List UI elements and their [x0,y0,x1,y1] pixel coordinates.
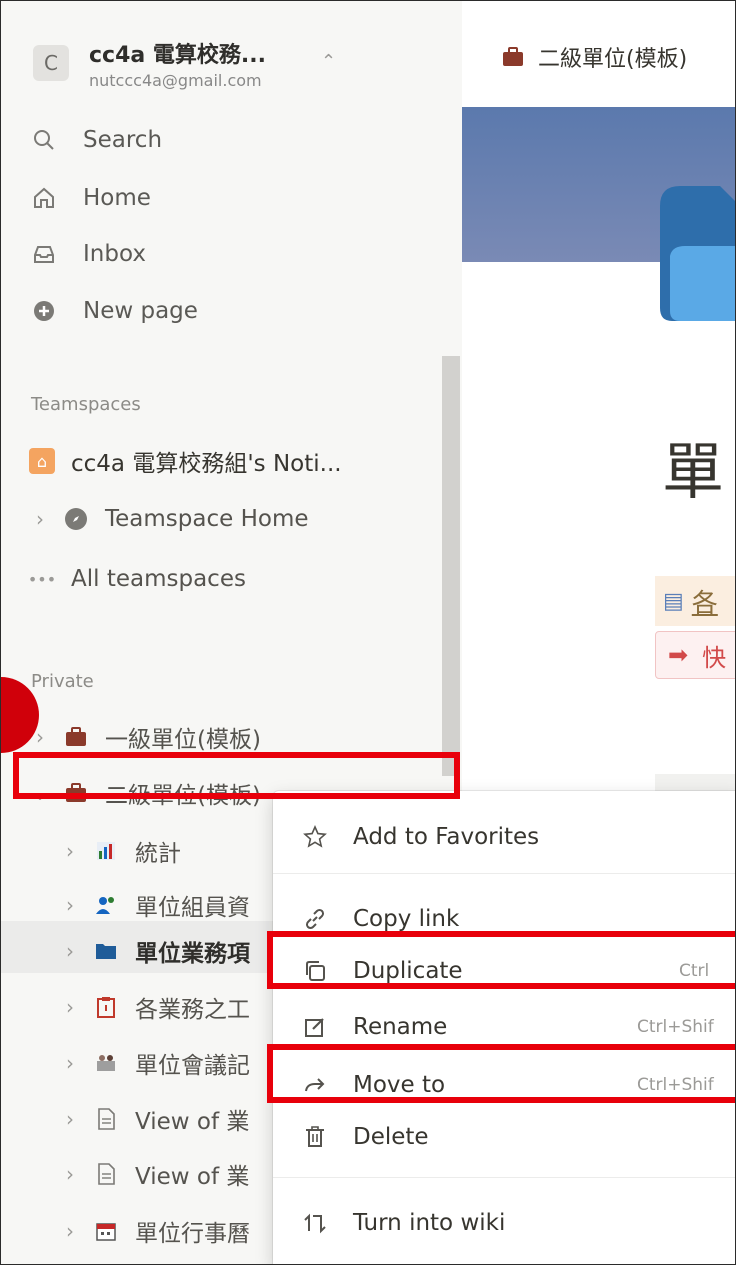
sidebar-item-label: New page [83,298,198,324]
sidebar-item-label: View of 業 [135,1109,250,1135]
breadcrumb[interactable]: 二級單位(模板) [502,41,687,73]
sidebar-item-view-of-tasks-2[interactable]: › View of 業 [59,1154,249,1194]
chevron-right-icon[interactable]: › [59,1162,81,1186]
sidebar-item-inbox[interactable]: Inbox [29,234,146,274]
callout-block[interactable]: ➡ 快 [655,631,735,679]
menu-item-turn-into-wiki[interactable]: Turn into wiki [273,1195,735,1251]
document-icon: ▤ [663,588,684,614]
sidebar-item-workspace-page[interactable]: ⌂ cc4a 電算校務組's Noti... [29,441,342,481]
sidebar-item-label: Home [83,185,151,211]
page-title[interactable]: 單 [662,421,724,511]
chevron-right-icon[interactable]: › [59,939,81,963]
linked-page-block[interactable]: ▤ 各 [655,576,735,626]
briefcase-icon [63,724,89,750]
menu-item-add-to-favorites[interactable]: Add to Favorites [273,809,735,865]
menu-divider [273,873,735,874]
menu-item-label: Add to Favorites [353,824,540,850]
callout-label: 快 [702,643,727,672]
home-icon [29,183,59,213]
menu-item-label: Copy link [353,906,460,932]
sidebar-item-statistics[interactable]: › 統計 [59,831,181,871]
sidebar-item-new-page[interactable]: New page [29,291,198,331]
sidebar-item-task-work[interactable]: › 各業務之工 [59,987,250,1027]
sidebar-item-label: 單位會議記 [135,1053,250,1079]
menu-item-delete[interactable]: Delete [273,1109,735,1165]
folder-icon [93,938,119,964]
sidebar-item-label: 單位行事曆 [135,1221,250,1247]
top-bar: 二級單位(模板) [462,1,735,107]
app-window: C cc4a 電算校務... nutccc4a@gmail.com ⌃ Sear… [0,0,736,1265]
section-label-private: Private [31,671,94,692]
home-icon: ⌂ [29,448,55,474]
workspace-switcher[interactable]: C cc4a 電算校務... nutccc4a@gmail.com ⌃ [29,27,429,97]
sidebar-item-teamspace-home[interactable]: › Teamspace Home [29,499,309,539]
people-icon [93,892,119,918]
sidebar-item-view-of-tasks-1[interactable]: › View of 業 [59,1099,249,1139]
chevron-right-icon[interactable]: › [59,893,81,917]
inbox-icon [29,239,59,269]
calendar-icon [93,1218,119,1244]
search-icon [29,125,59,155]
chevron-right-icon[interactable]: › [59,995,81,1019]
document-icon [93,1106,119,1132]
chevron-right-icon[interactable]: › [59,1051,81,1075]
page-folder-icon[interactable] [660,186,735,321]
sidebar-item-label: 統計 [135,841,181,867]
menu-item-label: Rename [353,1014,448,1040]
linked-page-label: 各 [691,588,718,619]
annotation-highlight-duplicate [267,931,735,989]
breadcrumb-label: 二級單位(模板) [538,47,688,72]
sidebar-item-label: View of 業 [135,1164,250,1190]
sidebar-item-label: 各業務之工 [135,997,250,1023]
sidebar-item-label: 單位業務項 [135,941,250,967]
workspace-name: cc4a 電算校務... [89,43,266,68]
sidebar-item-level1-template[interactable]: › 一級單位(模板) [29,717,261,757]
edit-icon [301,1013,329,1041]
meeting-icon [93,1050,119,1076]
section-label-teamspaces: Teamspaces [31,394,141,415]
star-icon [301,823,329,851]
menu-item-label: Turn into wiki [353,1210,506,1236]
compass-icon [63,506,89,532]
workspace-avatar: C [33,45,69,81]
sidebar-item-label: Search [83,127,163,153]
sidebar-item-search[interactable]: Search [29,120,162,160]
context-menu: Add to Favorites Copy link Duplicate Ctr… [273,791,735,1264]
sidebar-item-label: All teamspaces [71,566,246,592]
sidebar-scrollbar[interactable] [442,356,460,776]
chevron-right-icon[interactable]: › [59,1219,81,1243]
sidebar-item-calendar[interactable]: › 單位行事曆 [59,1211,250,1251]
trash-icon [301,1123,329,1151]
clipboard-icon [93,994,119,1020]
bar-chart-icon [93,838,119,864]
sidebar-item-label: Inbox [83,241,146,267]
menu-item-label: Delete [353,1124,429,1150]
sidebar-item-label: Teamspace Home [105,506,309,532]
sidebar-item-label: 一級單位(模板) [105,727,261,753]
sidebar-item-home[interactable]: Home [29,178,151,218]
sidebar-item-label: cc4a 電算校務組's Noti... [71,451,342,477]
convert-icon [301,1209,329,1237]
chevron-right-icon[interactable]: › [59,839,81,863]
workspace-email: nutccc4a@gmail.com [89,71,262,90]
annotation-highlight-move-to [267,1044,735,1103]
sidebar-item-all-teamspaces[interactable]: ••• All teamspaces [27,559,246,599]
chevron-right-icon[interactable]: › [29,507,51,531]
menu-divider [273,1177,735,1178]
sidebar-item-meeting-records[interactable]: › 單位會議記 [59,1043,250,1083]
chevron-updown-icon[interactable]: ⌃ [321,51,336,72]
sidebar-item-unit-members[interactable]: › 單位組員資 [59,885,250,925]
more-dots-icon: ••• [27,569,57,589]
chevron-right-icon[interactable]: › [59,1107,81,1131]
sidebar-item-unit-tasks[interactable]: › 單位業務項 [59,931,250,971]
plus-circle-icon [29,296,59,326]
document-icon [93,1161,119,1187]
arrow-right-icon: ➡ [668,641,689,669]
briefcase-icon [502,47,524,67]
sidebar-item-label: 單位組員資 [135,895,250,921]
shortcut-label: Ctrl+Shif [637,1017,714,1037]
annotation-highlight-level2-template [13,752,460,799]
link-icon [301,905,329,933]
